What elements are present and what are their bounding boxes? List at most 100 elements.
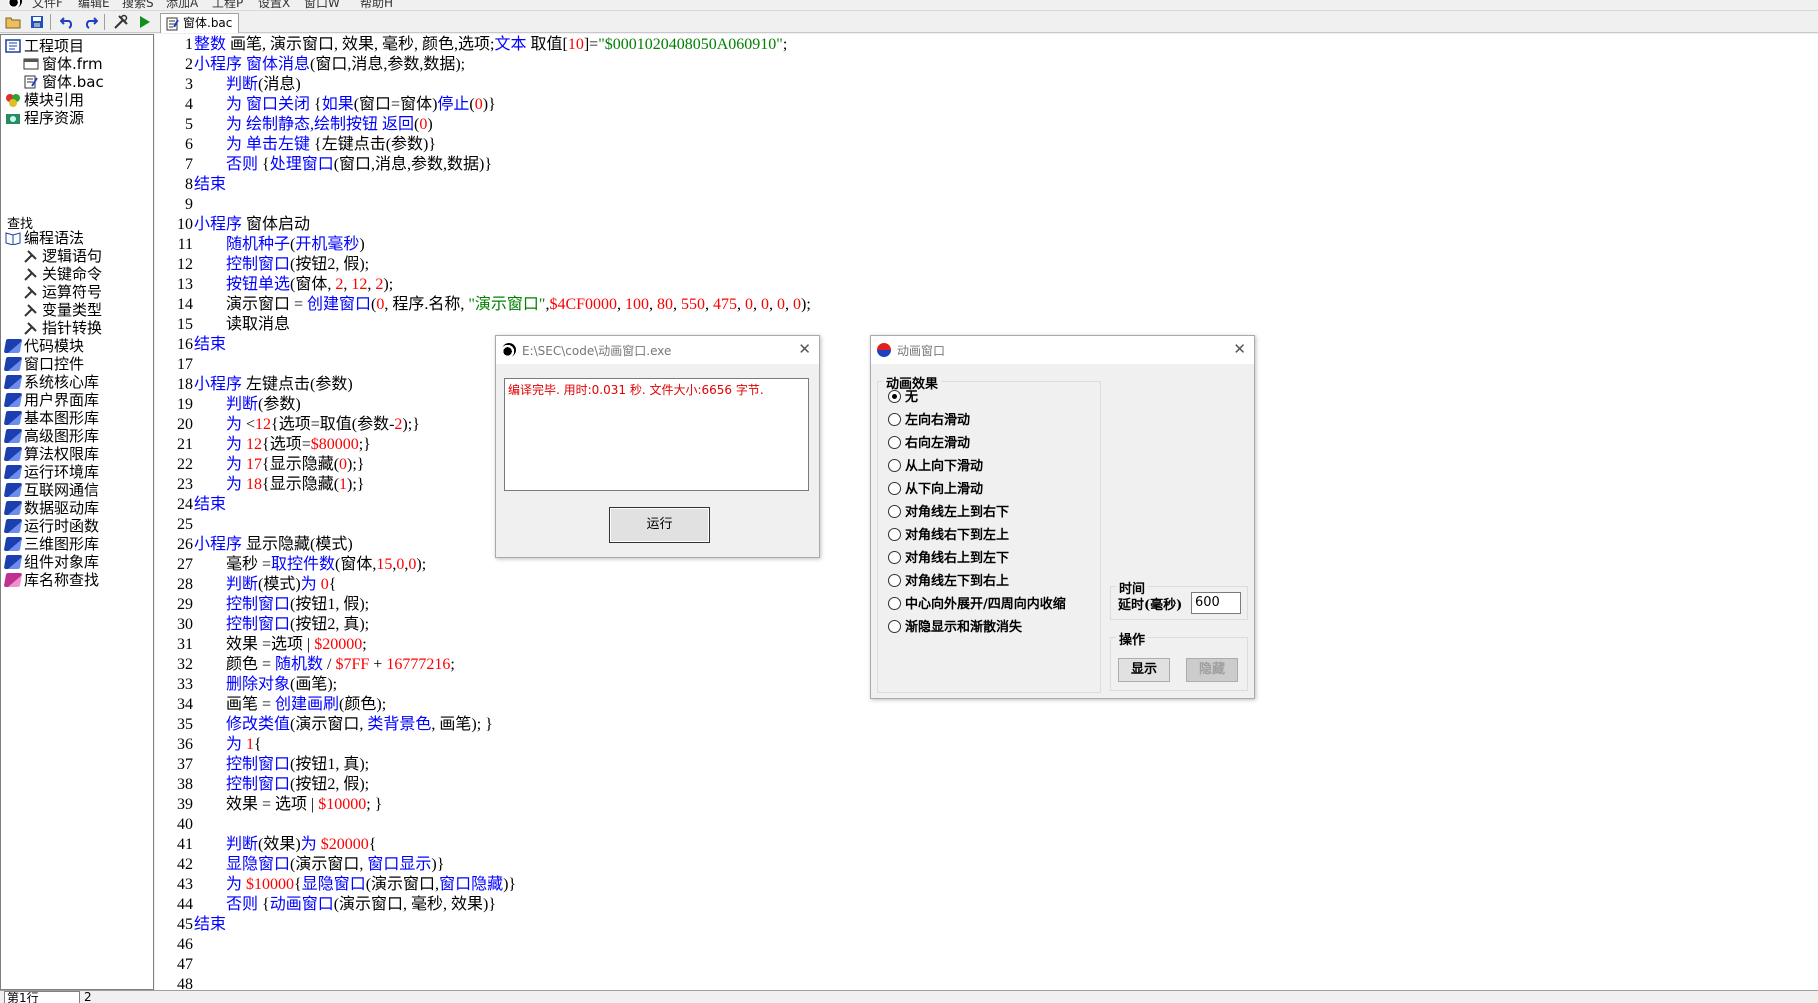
menu-project[interactable]: 工程P — [212, 0, 243, 10]
menu-help[interactable]: 帮助H — [360, 0, 393, 10]
close-icon[interactable]: ✕ — [798, 340, 811, 358]
effect-radio[interactable]: 对角线左下到右上 — [888, 572, 1009, 592]
effect-radio[interactable]: 从下向上滑动 — [888, 480, 983, 500]
run-icon[interactable] — [136, 14, 153, 30]
code-line[interactable]: 35 修改类值(演示窗口, 类背景色, 画笔); } — [155, 715, 1755, 735]
radio-circle-icon[interactable] — [888, 597, 901, 610]
tree-syntax-item[interactable]: 运算符号 — [23, 283, 102, 301]
effect-radio[interactable]: 右向左滑动 — [888, 434, 970, 454]
tab-form-bac[interactable]: 窗体.bac — [160, 13, 240, 33]
compile-output-box[interactable]: 编译完毕. 用时:0.031 秒. 文件大小:6656 字节. — [504, 378, 809, 491]
code-line[interactable]: 40 — [155, 815, 1755, 835]
tree-library[interactable]: 组件对象库 — [3, 553, 99, 571]
code-line[interactable]: 47 — [155, 955, 1755, 975]
code-line[interactable]: 8 结束 — [155, 175, 1755, 195]
tree-file-bac[interactable]: 窗体.bac — [23, 73, 104, 91]
code-line[interactable]: 36 为 1{ — [155, 735, 1755, 755]
radio-circle-icon[interactable] — [888, 620, 901, 633]
effect-radio[interactable]: 无 — [888, 388, 918, 408]
code-line[interactable]: 37 控制窗口(按钮1, 真); — [155, 755, 1755, 775]
tree-file-frm[interactable]: 窗体.frm — [23, 55, 103, 73]
effect-radio[interactable]: 中心向外展开/四周向内收缩 — [888, 595, 1066, 615]
hide-button[interactable]: 隐藏 — [1186, 658, 1238, 682]
code-line[interactable]: 43 为 $10000{显隐窗口(演示窗口,窗口隐藏)} — [155, 875, 1755, 895]
radio-circle-icon[interactable] — [888, 436, 901, 449]
radio-circle-icon[interactable] — [888, 505, 901, 518]
effect-radio[interactable]: 对角线右上到左下 — [888, 549, 1009, 569]
code-line[interactable]: 11 随机种子(开机毫秒) — [155, 235, 1755, 255]
code-line[interactable]: 42 显隐窗口(演示窗口, 窗口显示)} — [155, 855, 1755, 875]
tree-library[interactable]: 用户界面库 — [3, 391, 99, 409]
tree-library[interactable]: 三维图形库 — [3, 535, 99, 553]
code-line[interactable]: 7 否则 {处理窗口(窗口,消息,参数,数据)} — [155, 155, 1755, 175]
menu-search[interactable]: 搜索S — [122, 0, 154, 10]
code-line[interactable]: 39 效果 = 选项 | $10000; } — [155, 795, 1755, 815]
code-line[interactable]: 4 为 窗口关闭 {如果(窗口=窗体)停止(0)} — [155, 95, 1755, 115]
code-line[interactable]: 48 — [155, 975, 1755, 990]
effect-radio[interactable]: 左向右滑动 — [888, 411, 970, 431]
tree-syntax-item[interactable]: 变量类型 — [23, 301, 102, 319]
menu-window[interactable]: 窗口W — [304, 0, 340, 10]
effect-radio[interactable]: 对角线左上到右下 — [888, 503, 1009, 523]
code-line[interactable]: 45 结束 — [155, 915, 1755, 935]
tree-library[interactable]: 基本图形库 — [3, 409, 99, 427]
tree-project-root[interactable]: 工程项目 — [5, 37, 84, 55]
code-line[interactable]: 5 为 绘制静态,绘制按钮 返回(0) — [155, 115, 1755, 135]
radio-circle-icon[interactable] — [888, 482, 901, 495]
code-line[interactable]: 2 小程序 窗体消息(窗口,消息,参数,数据); — [155, 55, 1755, 75]
menu-file[interactable]: 文件F — [32, 0, 63, 10]
close-icon[interactable]: ✕ — [1233, 340, 1246, 358]
animation-window-titlebar[interactable]: 动画窗口 ✕ — [871, 336, 1254, 364]
redo-icon[interactable] — [82, 14, 99, 30]
undo-icon[interactable] — [58, 14, 75, 30]
tools-icon[interactable] — [112, 14, 129, 30]
code-line[interactable]: 10 小程序 窗体启动 — [155, 215, 1755, 235]
tree-library[interactable]: 互联网通信 — [3, 481, 99, 499]
code-line[interactable]: 41 判断(效果)为 $20000{ — [155, 835, 1755, 855]
code-line[interactable]: 12 控制窗口(按钮2, 假); — [155, 255, 1755, 275]
code-line[interactable]: 6 为 单击左键 {左键点击(参数)} — [155, 135, 1755, 155]
tree-library[interactable]: 高级图形库 — [3, 427, 99, 445]
tree-library[interactable]: 代码模块 — [3, 337, 84, 355]
tree-library[interactable]: 运行时函数 — [3, 517, 99, 535]
radio-circle-icon[interactable] — [888, 413, 901, 426]
open-folder-icon[interactable] — [4, 14, 21, 30]
tree-module-ref[interactable]: 模块引用 — [5, 91, 84, 109]
menu-add[interactable]: 添加A — [166, 0, 198, 10]
tree-syntax-item[interactable]: 关键命令 — [23, 265, 102, 283]
tree-library[interactable]: 数据驱动库 — [3, 499, 99, 517]
tree-library[interactable]: 系统核心库 — [3, 373, 99, 391]
effect-radio[interactable]: 对角线右下到左上 — [888, 526, 1009, 546]
code-line[interactable]: 14 演示窗口 = 创建窗口(0, 程序.名称, "演示窗口",$4CF0000… — [155, 295, 1755, 315]
menu-settings[interactable]: 设置X — [258, 0, 290, 10]
code-line[interactable]: 13 按钮单选(窗体, 2, 12, 2); — [155, 275, 1755, 295]
tree-syntax-item[interactable]: 指针转换 — [23, 319, 102, 337]
compile-window-titlebar[interactable]: E:\SEC\code\动画窗口.exe ✕ — [496, 336, 819, 364]
run-button[interactable]: 运行 — [609, 507, 710, 543]
radio-circle-icon[interactable] — [888, 528, 901, 541]
tree-syntax-root[interactable]: 编程语法 — [5, 229, 84, 247]
menu-edit[interactable]: 编辑E — [78, 0, 110, 10]
code-line[interactable]: 9 — [155, 195, 1755, 215]
radio-circle-icon[interactable] — [888, 551, 901, 564]
tree-resources[interactable]: 程序资源 — [5, 109, 84, 127]
tree-library[interactable]: 算法权限库 — [3, 445, 99, 463]
radio-circle-icon[interactable] — [888, 390, 901, 403]
code-line[interactable]: 46 — [155, 935, 1755, 955]
tree-library[interactable]: 窗口控件 — [3, 355, 84, 373]
show-button[interactable]: 显示 — [1118, 658, 1170, 682]
tree-syntax-item[interactable]: 逻辑语句 — [23, 247, 102, 265]
code-line[interactable]: 3 判断(消息) — [155, 75, 1755, 95]
code-line[interactable]: 38 控制窗口(按钮2, 假); — [155, 775, 1755, 795]
effect-radio[interactable]: 从上向下滑动 — [888, 457, 983, 477]
tree-library[interactable]: 运行环境库 — [3, 463, 99, 481]
radio-circle-icon[interactable] — [888, 574, 901, 587]
tree-library-search[interactable]: 库名称查找 — [3, 571, 99, 589]
code-line[interactable]: 44 否则 {动画窗口(演示窗口, 毫秒, 效果)} — [155, 895, 1755, 915]
effect-radio[interactable]: 渐隐显示和渐散消失 — [888, 618, 1022, 638]
save-icon[interactable] — [28, 14, 45, 30]
code-line[interactable]: 1 整数 画笔, 演示窗口, 效果, 毫秒, 颜色,选项;文本 取值[10]="$… — [155, 35, 1755, 55]
delay-input[interactable]: 600 — [1191, 592, 1241, 614]
radio-circle-icon[interactable] — [888, 459, 901, 472]
code-line[interactable]: 15 读取消息 — [155, 315, 1755, 335]
